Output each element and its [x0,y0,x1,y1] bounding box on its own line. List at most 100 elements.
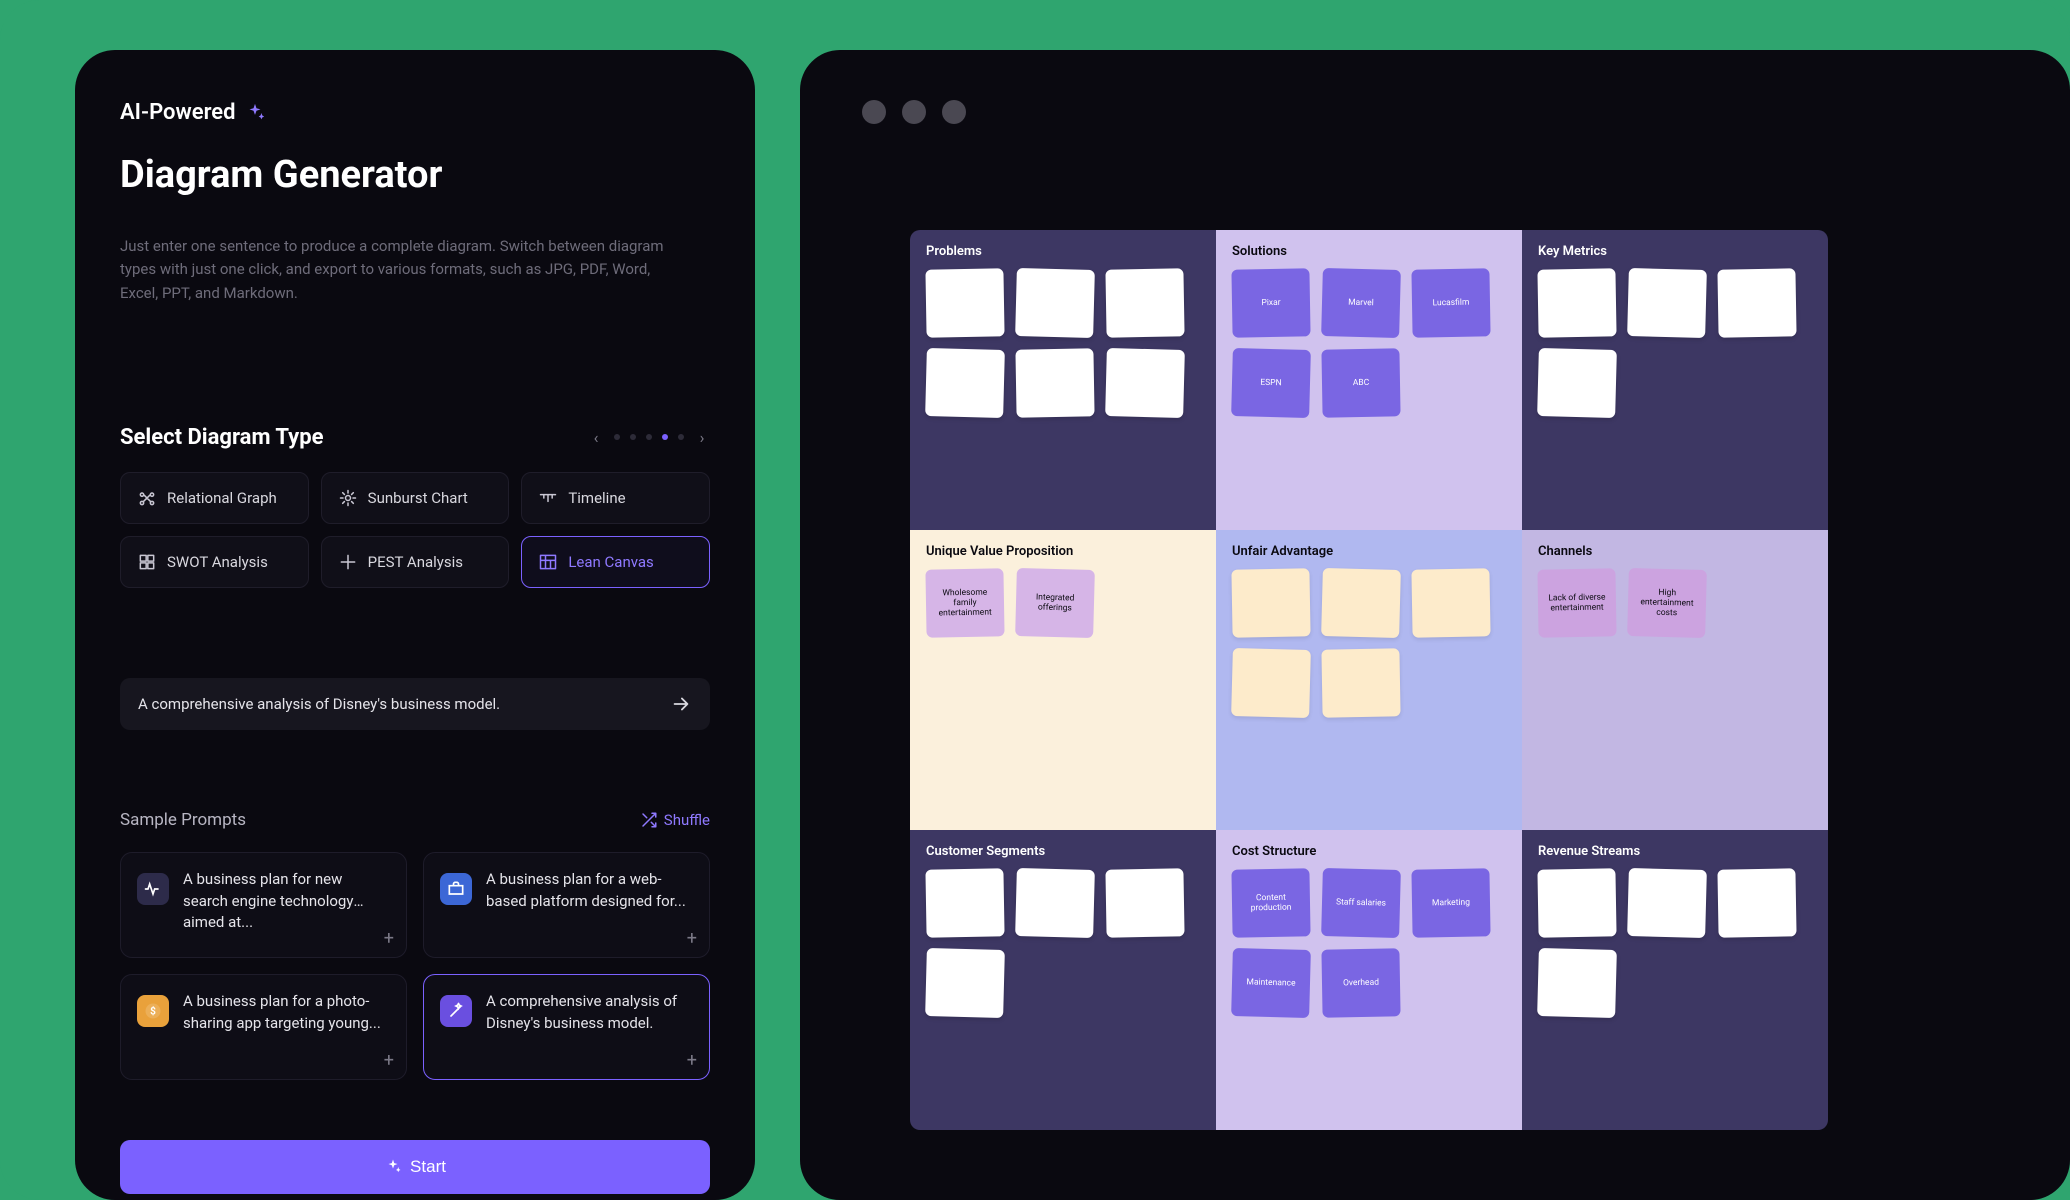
add-icon[interactable]: + [687,1050,697,1071]
sticky-note[interactable] [1627,268,1707,338]
sample-text: A business plan for a web-based platform… [486,869,693,945]
sample-prompt-card[interactable]: A business plan for a web-based platform… [423,852,710,958]
badge-text: AI-Powered [120,100,236,125]
sticky-note[interactable] [925,348,1005,418]
type-label: Timeline [568,489,625,507]
pager-next-icon[interactable]: › [694,428,710,447]
sparkle-icon [244,102,266,124]
timeline-icon [538,488,558,508]
sample-text: A comprehensive analysis of Disney's bus… [486,991,693,1067]
traffic-dot-icon [942,100,966,124]
add-icon[interactable]: + [384,1050,394,1071]
prompt-input[interactable]: A comprehensive analysis of Disney's bus… [120,678,710,730]
ai-powered-badge: AI-Powered [120,100,710,125]
sticky-note[interactable] [1411,568,1490,637]
canvas-cell-problems: Problems [910,230,1216,530]
prompt-text: A comprehensive analysis of Disney's bus… [138,695,500,713]
window-traffic-lights [862,100,966,124]
pager-prev-icon[interactable]: ‹ [588,428,604,447]
cell-title: Key Metrics [1538,244,1812,259]
sticky-note[interactable] [925,948,1005,1018]
diagram-type-swot-analysis[interactable]: SWOT Analysis [120,536,309,588]
sticky-note[interactable] [1105,868,1184,937]
sticky-note[interactable]: Overhead [1321,948,1400,1017]
sticky-note[interactable] [1717,868,1796,937]
canvas-cell-cost-structure: Cost StructureContent productionStaff sa… [1216,830,1522,1130]
pager-dot[interactable] [678,434,684,440]
add-icon[interactable]: + [384,928,394,949]
pager-dot[interactable] [646,434,652,440]
sticky-note[interactable]: Lack of diverse entertainment [1537,568,1616,637]
cell-title: Customer Segments [926,844,1200,859]
sticky-note[interactable]: Marvel [1321,268,1401,338]
sticky-note[interactable]: Maintenance [1231,948,1311,1018]
sticky-note[interactable] [1231,648,1311,718]
svg-text:$: $ [150,1004,156,1017]
canvas-cell-solutions: SolutionsPixarMarvelLucasfilmESPNABC [1216,230,1522,530]
type-label: Sunburst Chart [368,489,468,507]
diagram-type-pest-analysis[interactable]: PEST Analysis [321,536,510,588]
canvas-cell-channels: ChannelsLack of diverse entertainmentHig… [1522,530,1828,830]
sticky-note[interactable] [1537,348,1617,418]
sticky-note[interactable]: Wholesome family entertainment [925,568,1004,637]
sticky-note[interactable] [1015,268,1095,338]
diagram-type-timeline[interactable]: Timeline [521,472,710,524]
dollar-icon: $ [137,995,169,1027]
type-pager: ‹ › [588,428,710,447]
canvas-cell-unfair-advantage: Unfair Advantage [1216,530,1522,830]
sticky-note[interactable] [1105,268,1184,337]
diagram-type-lean-canvas[interactable]: Lean Canvas [521,536,710,588]
sparkle-icon [384,1158,402,1176]
sticky-note[interactable]: Staff salaries [1321,868,1401,938]
submit-arrow-icon[interactable] [670,693,692,715]
cell-title: Unfair Advantage [1232,544,1506,559]
sticky-note[interactable] [925,268,1004,337]
sticky-note[interactable]: ABC [1321,348,1400,417]
sample-prompt-card[interactable]: $ A business plan for a photo-sharing app… [120,974,407,1080]
cell-title: Problems [926,244,1200,259]
start-button[interactable]: Start [120,1140,710,1194]
canvas-cell-revenue-streams: Revenue Streams [1522,830,1828,1130]
pager-dot[interactable] [614,434,620,440]
sticky-note[interactable] [925,868,1004,937]
diagram-type-relational-graph[interactable]: Relational Graph [120,472,309,524]
diagram-type-sunburst-chart[interactable]: Sunburst Chart [321,472,510,524]
pager-dot[interactable] [630,434,636,440]
sticky-note[interactable]: High entertainment costs [1627,568,1707,638]
sticky-note[interactable] [1627,868,1707,938]
sample-text: A business plan for a photo-sharing app … [183,991,390,1067]
sticky-note[interactable] [1537,948,1617,1018]
sticky-note[interactable] [1717,268,1796,337]
traffic-dot-icon [902,100,926,124]
sticky-note[interactable] [1105,348,1185,418]
sticky-note[interactable] [1321,648,1400,717]
page-title: Diagram Generator [120,153,710,197]
sticky-note[interactable] [1321,568,1401,638]
sticky-note[interactable]: Pixar [1231,268,1310,337]
sticky-note[interactable]: Integrated offerings [1015,568,1095,638]
sticky-note[interactable]: Lucasfilm [1411,268,1490,337]
type-label: Relational Graph [167,489,277,507]
canvas-cell-key-metrics: Key Metrics [1522,230,1828,530]
shuffle-label: Shuffle [664,811,710,829]
type-label: PEST Analysis [368,553,463,571]
page-description: Just enter one sentence to produce a com… [120,235,690,305]
shuffle-button[interactable]: Shuffle [640,811,710,829]
sticky-note[interactable] [1015,348,1094,417]
pager-dot[interactable] [662,434,668,440]
start-label: Start [410,1157,446,1177]
sticky-note[interactable]: ESPN [1231,348,1311,418]
cell-title: Revenue Streams [1538,844,1812,859]
sticky-note[interactable] [1015,868,1095,938]
sample-prompt-card[interactable]: A business plan for new search engine te… [120,852,407,958]
sticky-note[interactable] [1537,868,1616,937]
sticky-note[interactable] [1231,568,1310,637]
add-icon[interactable]: + [687,928,697,949]
sunburst-icon [338,488,358,508]
sticky-note[interactable]: Marketing [1411,868,1490,937]
sticky-note[interactable]: Content production [1231,868,1310,937]
canvas-cell-customer-segments: Customer Segments [910,830,1216,1130]
sticky-note[interactable] [1537,268,1616,337]
plus-cross-icon [338,552,358,572]
sample-prompt-card[interactable]: A comprehensive analysis of Disney's bus… [423,974,710,1080]
